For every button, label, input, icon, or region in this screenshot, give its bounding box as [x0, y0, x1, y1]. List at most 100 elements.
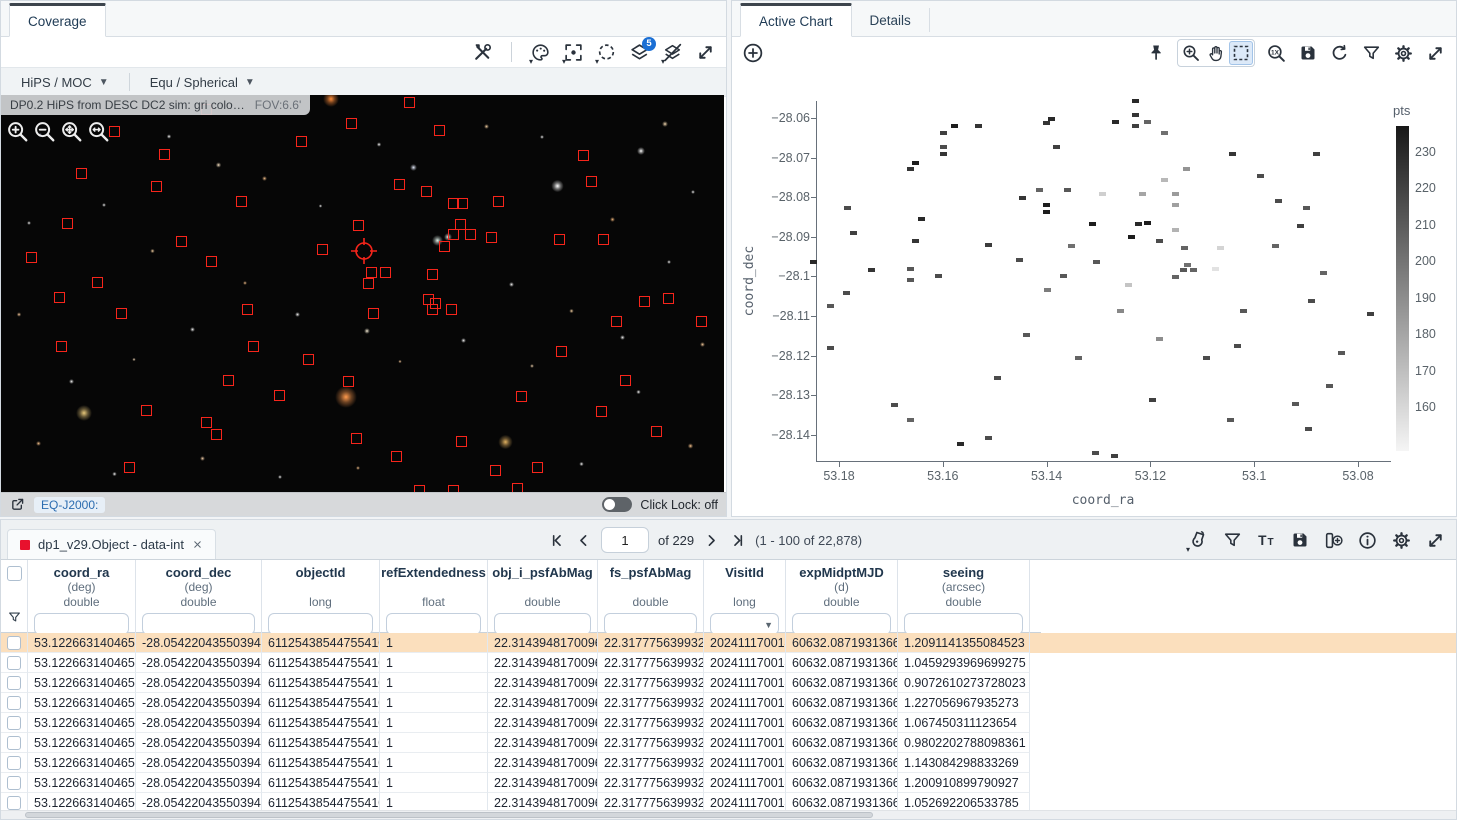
data-point[interactable] — [891, 403, 898, 407]
layers-off-icon[interactable]: ▾ — [662, 42, 683, 63]
data-point[interactable] — [827, 304, 834, 308]
data-point[interactable] — [951, 124, 958, 128]
next-page-icon[interactable] — [703, 532, 720, 549]
data-point[interactable] — [1161, 178, 1168, 182]
column-header[interactable]: coord_ra(deg)double — [28, 560, 136, 633]
data-point[interactable] — [1313, 152, 1320, 156]
data-point[interactable] — [1181, 246, 1188, 250]
add-column-icon[interactable] — [1323, 530, 1344, 551]
column-filter-input[interactable]: ▼ — [710, 613, 779, 635]
data-point[interactable] — [935, 274, 942, 278]
column-filter-input[interactable] — [904, 613, 1023, 635]
data-point[interactable] — [1338, 351, 1345, 355]
data-point[interactable] — [1156, 239, 1163, 243]
add-chart-icon[interactable] — [742, 42, 764, 64]
column-header[interactable]: refExtendednessfloat — [380, 560, 488, 633]
column-filter-input[interactable] — [34, 613, 129, 635]
data-point[interactable] — [1367, 312, 1374, 316]
row-checkbox[interactable] — [7, 736, 21, 750]
table-row[interactable]: 53.12266314046538-28.0542204355039476112… — [1, 653, 1456, 673]
data-point[interactable] — [1227, 418, 1234, 422]
scrollbar-thumb[interactable] — [25, 812, 873, 818]
table-row[interactable]: 53.12266314046538-28.0542204355039476112… — [1, 713, 1456, 733]
tab-active-chart[interactable]: Active Chart — [740, 3, 852, 37]
horizontal-scrollbar[interactable] — [1, 810, 1456, 819]
row-checkbox[interactable] — [7, 716, 21, 730]
table-info-icon[interactable] — [1357, 530, 1378, 551]
expand-viewer-icon[interactable] — [695, 42, 716, 63]
chart-zoom-icon[interactable] — [1179, 41, 1203, 65]
data-point[interactable] — [1089, 222, 1096, 226]
column-header[interactable]: expMidptMJD(d)double — [786, 560, 898, 633]
table-row[interactable]: 53.12266314046538-28.0542204355039476112… — [1, 693, 1456, 713]
data-point[interactable] — [1117, 309, 1124, 313]
row-checkbox[interactable] — [7, 676, 21, 690]
text-view-icon[interactable] — [1256, 530, 1277, 551]
show-chart-icon[interactable]: ▾ — [1187, 529, 1209, 551]
data-point[interactable] — [827, 346, 834, 350]
data-point[interactable] — [1292, 402, 1299, 406]
column-header[interactable]: fs_psfAbMagdouble — [598, 560, 704, 633]
zoom-out-icon[interactable] — [32, 119, 57, 144]
row-checkbox[interactable] — [7, 756, 21, 770]
filter-row-icon[interactable] — [7, 610, 22, 625]
column-filter-input[interactable] — [386, 613, 481, 635]
data-point[interactable] — [1275, 199, 1282, 203]
close-table-icon[interactable] — [192, 539, 203, 550]
data-point[interactable] — [1203, 356, 1210, 360]
data-point[interactable] — [1303, 206, 1310, 210]
data-point[interactable] — [1043, 203, 1050, 207]
data-point[interactable] — [1053, 145, 1060, 149]
first-page-icon[interactable] — [549, 532, 566, 549]
row-checkbox[interactable] — [7, 776, 21, 790]
data-point[interactable] — [1043, 210, 1050, 214]
data-point[interactable] — [985, 243, 992, 247]
data-point[interactable] — [907, 278, 914, 282]
data-point[interactable] — [1092, 451, 1099, 455]
column-filter-input[interactable] — [792, 613, 891, 635]
data-point[interactable] — [940, 145, 947, 149]
data-point[interactable] — [940, 131, 947, 135]
table-settings-icon[interactable] — [1391, 530, 1412, 551]
data-point[interactable] — [1272, 244, 1279, 248]
prev-page-icon[interactable] — [575, 532, 592, 549]
data-point[interactable] — [810, 260, 817, 264]
data-point[interactable] — [1161, 131, 1168, 135]
data-point[interactable] — [912, 161, 919, 165]
column-header[interactable]: obj_i_psfAbMagdouble — [488, 560, 598, 633]
data-point[interactable] — [1234, 344, 1241, 348]
data-point[interactable] — [1112, 120, 1119, 124]
data-point[interactable] — [1016, 258, 1023, 262]
data-point[interactable] — [1144, 120, 1151, 124]
data-point[interactable] — [985, 436, 992, 440]
filter-chart-icon[interactable] — [1361, 43, 1382, 64]
data-point[interactable] — [918, 217, 925, 221]
sky-image[interactable]: DP0.2 HiPS from DESC DC2 sim: gri colo… … — [1, 95, 724, 494]
expand-table-icon[interactable] — [1425, 530, 1446, 551]
data-point[interactable] — [1180, 268, 1187, 272]
data-point[interactable] — [850, 231, 857, 235]
data-point[interactable] — [1125, 283, 1132, 287]
save-chart-icon[interactable] — [1298, 43, 1318, 63]
data-point[interactable] — [1139, 192, 1146, 196]
frame-dropdown[interactable]: Equ / Spherical▼ — [130, 68, 275, 96]
data-point[interactable] — [940, 152, 947, 156]
data-point[interactable] — [1135, 222, 1142, 226]
data-point[interactable] — [1060, 274, 1067, 278]
pan-hand-icon[interactable] — [1204, 41, 1228, 65]
data-point[interactable] — [1184, 263, 1191, 267]
scatter-heatmap-chart[interactable]: coord_dec coord_ra pts 53.1853.1653.1453… — [732, 69, 1456, 516]
save-table-icon[interactable] — [1290, 530, 1310, 550]
data-point[interactable] — [957, 442, 964, 446]
data-point[interactable] — [912, 239, 919, 243]
column-header[interactable]: coord_dec(deg)double — [136, 560, 262, 633]
data-point[interactable] — [1326, 384, 1333, 388]
data-point[interactable] — [1144, 221, 1151, 225]
data-point[interactable] — [1111, 454, 1118, 458]
column-filter-input[interactable] — [494, 613, 591, 635]
tools-icon[interactable] — [472, 42, 493, 63]
data-point[interactable] — [1183, 167, 1190, 171]
column-filter-input[interactable] — [604, 613, 697, 635]
page-number-input[interactable] — [601, 527, 649, 553]
chevron-down-icon[interactable]: ▼ — [764, 620, 773, 630]
